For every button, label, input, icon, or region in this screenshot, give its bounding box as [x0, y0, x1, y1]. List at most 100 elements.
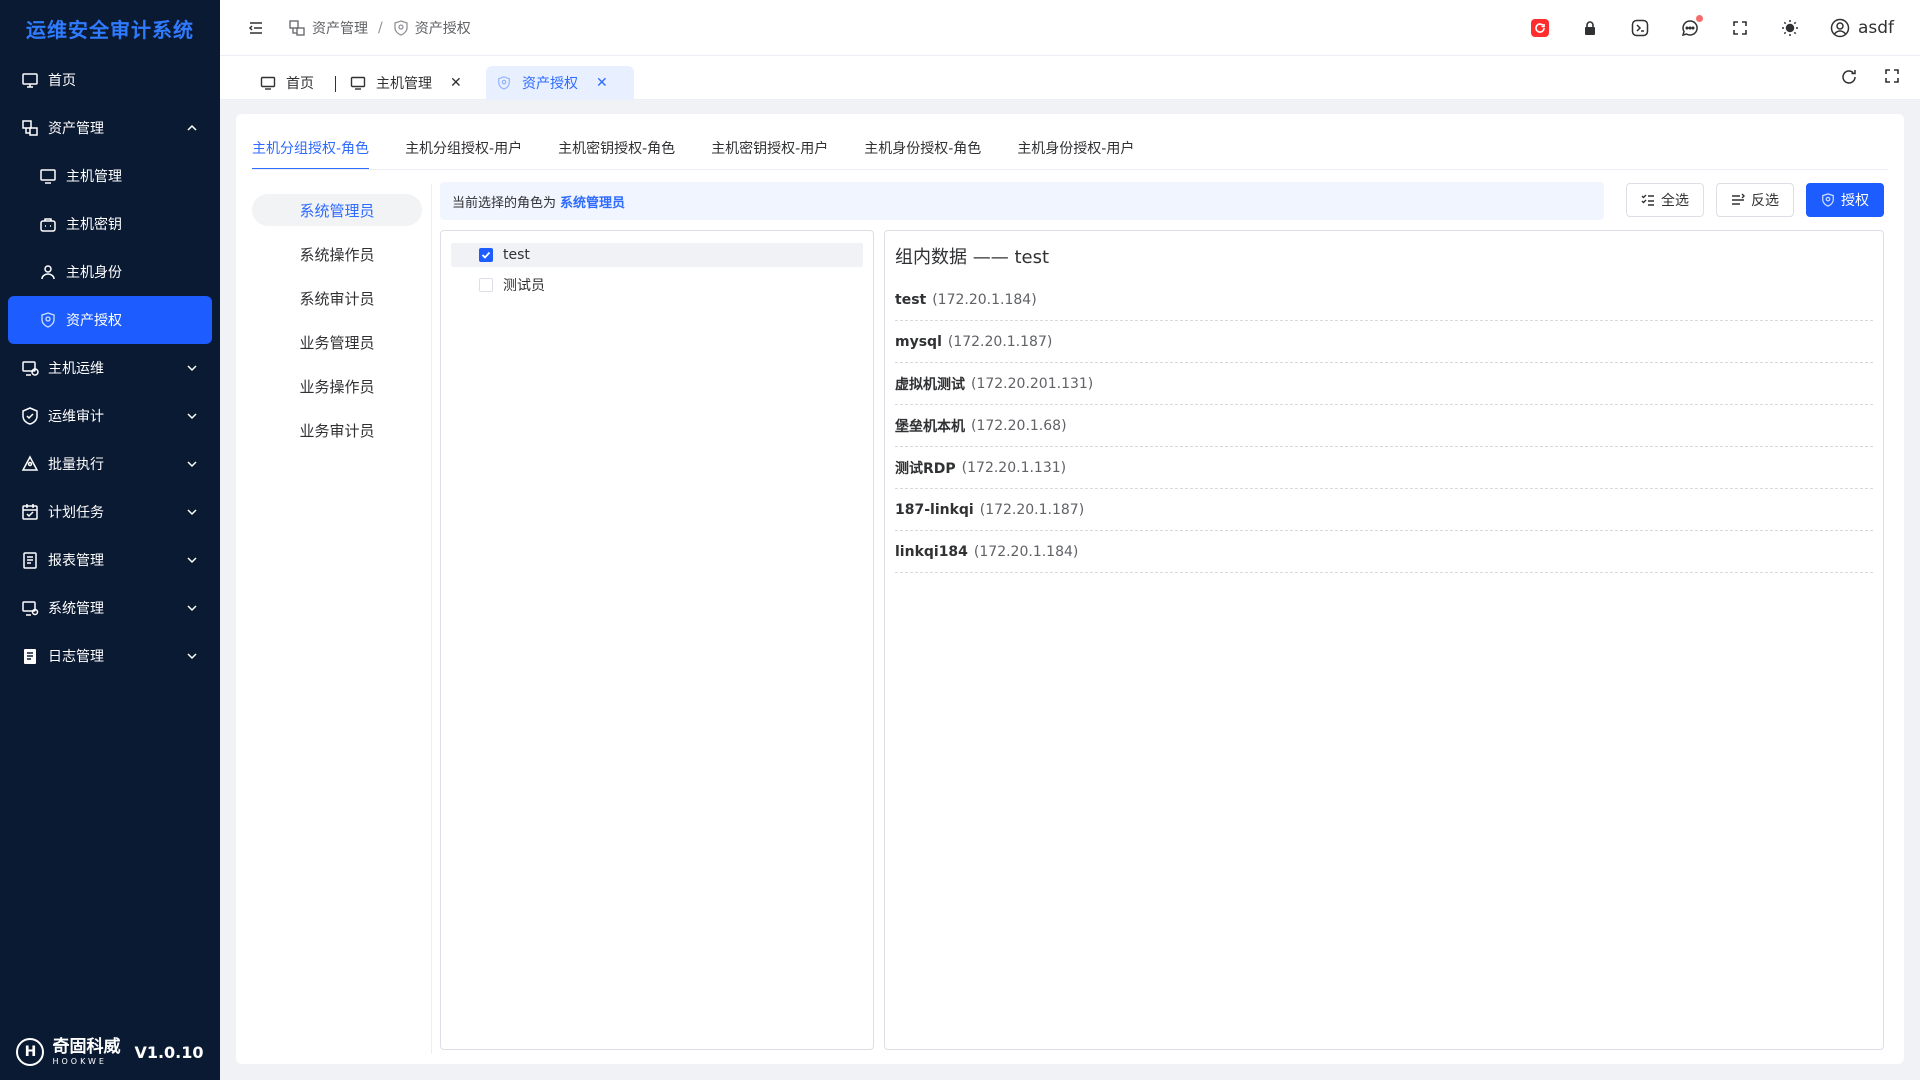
- collapse-menu-icon[interactable]: [246, 18, 266, 38]
- sidebar-item-label: 主机管理: [66, 169, 122, 185]
- breadcrumb-label: 资产管理: [312, 20, 368, 37]
- host-row: 虚拟机测试 (172.20.201.131): [895, 363, 1873, 405]
- host-icon: [350, 75, 366, 91]
- asset-icon: [289, 19, 305, 36]
- sidebar-item-ops-audit[interactable]: 运维审计: [0, 392, 220, 440]
- chevron-down-icon: [187, 509, 197, 516]
- user-icon: [38, 262, 58, 282]
- tab-label: 首页: [286, 76, 314, 92]
- monitor-home-icon: [20, 70, 40, 90]
- chevron-down-icon: [187, 461, 197, 468]
- sidebar-item-host-ops[interactable]: 主机运维: [0, 344, 220, 392]
- sidebar-item-host-identity[interactable]: 主机身份: [0, 248, 220, 296]
- subtab-group-role[interactable]: 主机分组授权-角色: [252, 138, 370, 170]
- select-all-button[interactable]: 全选: [1626, 183, 1704, 217]
- sidebar-item-report[interactable]: 报表管理: [0, 536, 220, 584]
- reload-icon[interactable]: [1840, 68, 1858, 90]
- key-icon: [38, 214, 58, 234]
- sidebar-item-asset-authorization[interactable]: 资产授权: [8, 296, 212, 344]
- tab-host-management[interactable]: 主机管理 ✕: [340, 66, 472, 100]
- sidebar-item-log[interactable]: 日志管理: [0, 632, 220, 680]
- close-icon[interactable]: ✕: [450, 75, 462, 91]
- subtab-key-user[interactable]: 主机密钥授权-用户: [711, 138, 828, 170]
- notification-dot: [1695, 15, 1703, 22]
- breadcrumb-item-authorization: 资产授权: [393, 18, 471, 38]
- host-ip: (172.20.1.184): [973, 543, 1079, 560]
- role-item[interactable]: 业务操作员: [252, 370, 422, 402]
- log-icon: [20, 646, 40, 666]
- sidebar-item-home[interactable]: 首页: [0, 56, 220, 104]
- host-row: linkqi184 (172.20.1.184): [895, 531, 1873, 573]
- host-ip: (172.20.1.68): [971, 417, 1067, 434]
- host-ip: (172.20.1.187): [979, 501, 1085, 518]
- subtab-identity-user[interactable]: 主机身份授权-用户: [1017, 138, 1134, 170]
- vendor-name-en: HOOKWE: [52, 1056, 107, 1066]
- sidebar-item-batch-exec[interactable]: 批量执行: [0, 440, 220, 488]
- host-name: 虚拟机测试: [895, 376, 965, 393]
- subtab-key-role[interactable]: 主机密钥授权-角色: [558, 138, 675, 170]
- select-all-icon: [1641, 194, 1654, 206]
- host-ip: (172.20.201.131): [971, 375, 1094, 392]
- host-ip: (172.20.1.184): [932, 291, 1037, 308]
- top-header: 资产管理 / 资产授权 asdf: [220, 0, 1920, 56]
- sidebar-item-asset-management[interactable]: 资产管理: [0, 104, 220, 152]
- sidebar-item-label: 资产授权: [66, 313, 122, 329]
- lock-icon[interactable]: [1580, 18, 1600, 38]
- shield-icon: [38, 310, 58, 330]
- shield-icon: [496, 75, 512, 91]
- sidebar-item-host-key[interactable]: 主机密钥: [0, 200, 220, 248]
- host-name: mysql: [895, 333, 942, 350]
- sidebar-item-system[interactable]: 系统管理: [0, 584, 220, 632]
- sidebar-item-label: 报表管理: [48, 553, 104, 569]
- chevron-down-icon: [187, 365, 197, 372]
- button-label: 全选: [1661, 192, 1689, 208]
- sidebar-item-label: 运维审计: [48, 409, 104, 425]
- breadcrumb-item-asset[interactable]: 资产管理: [288, 18, 368, 38]
- message-icon[interactable]: [1680, 15, 1703, 38]
- role-item[interactable]: 系统审计员: [252, 282, 422, 314]
- vendor-footer: H 奇固科威 HOOKWE V1.0.10: [0, 1024, 220, 1080]
- info-prefix: 当前选择的角色为: [452, 195, 557, 211]
- chevron-up-icon: [187, 124, 197, 131]
- role-item[interactable]: 业务管理员: [252, 326, 422, 358]
- host-name: test: [895, 291, 927, 308]
- sidebar-item-label: 资产管理: [48, 121, 104, 137]
- sidebar-item-label: 主机身份: [66, 265, 122, 281]
- checkbox-checked[interactable]: [479, 248, 493, 262]
- maximize-icon[interactable]: [1884, 68, 1900, 90]
- role-item[interactable]: 业务审计员: [252, 414, 422, 446]
- group-item[interactable]: test: [451, 243, 863, 267]
- checkbox[interactable]: [479, 278, 493, 292]
- tab-asset-authorization[interactable]: 资产授权 ✕: [486, 66, 634, 100]
- batch-icon: [20, 454, 40, 474]
- group-item[interactable]: 测试员: [451, 273, 863, 297]
- sidebar-item-host-management[interactable]: 主机管理: [0, 152, 220, 200]
- vendor-logo-icon: H: [16, 1038, 45, 1066]
- role-item[interactable]: 系统操作员: [252, 238, 422, 270]
- audit-icon: [20, 406, 40, 426]
- breadcrumb-label: 资产授权: [414, 20, 471, 37]
- sidebar-item-label: 日志管理: [48, 649, 104, 665]
- authorize-button[interactable]: 授权: [1806, 183, 1884, 217]
- group-label: test: [503, 247, 530, 263]
- user-menu[interactable]: asdf: [1830, 18, 1894, 38]
- terminal-icon[interactable]: [1630, 18, 1650, 38]
- group-label: 测试员: [503, 278, 545, 294]
- refresh-red-icon[interactable]: [1530, 18, 1550, 38]
- sidebar-item-scheduled-tasks[interactable]: 计划任务: [0, 488, 220, 536]
- subtab-identity-role[interactable]: 主机身份授权-角色: [864, 138, 981, 170]
- group-data-panel: 组内数据 —— test test (172.20.1.184) mysql (…: [884, 230, 1884, 1050]
- close-icon[interactable]: ✕: [596, 75, 608, 91]
- theme-sun-icon[interactable]: [1780, 18, 1800, 38]
- invert-selection-button[interactable]: 反选: [1716, 183, 1794, 217]
- system-icon: [20, 598, 40, 618]
- subtab-group-user[interactable]: 主机分组授权-用户: [405, 138, 522, 170]
- host-name: 堡垒机本机: [895, 418, 965, 435]
- breadcrumb-separator: /: [378, 19, 383, 36]
- calendar-icon: [20, 502, 40, 522]
- fullscreen-icon[interactable]: [1730, 18, 1750, 38]
- tab-label: 资产授权: [522, 76, 578, 92]
- tab-home[interactable]: 首页: [250, 66, 324, 100]
- tab-label: 主机管理: [376, 76, 432, 92]
- role-item[interactable]: 系统管理员: [252, 194, 422, 226]
